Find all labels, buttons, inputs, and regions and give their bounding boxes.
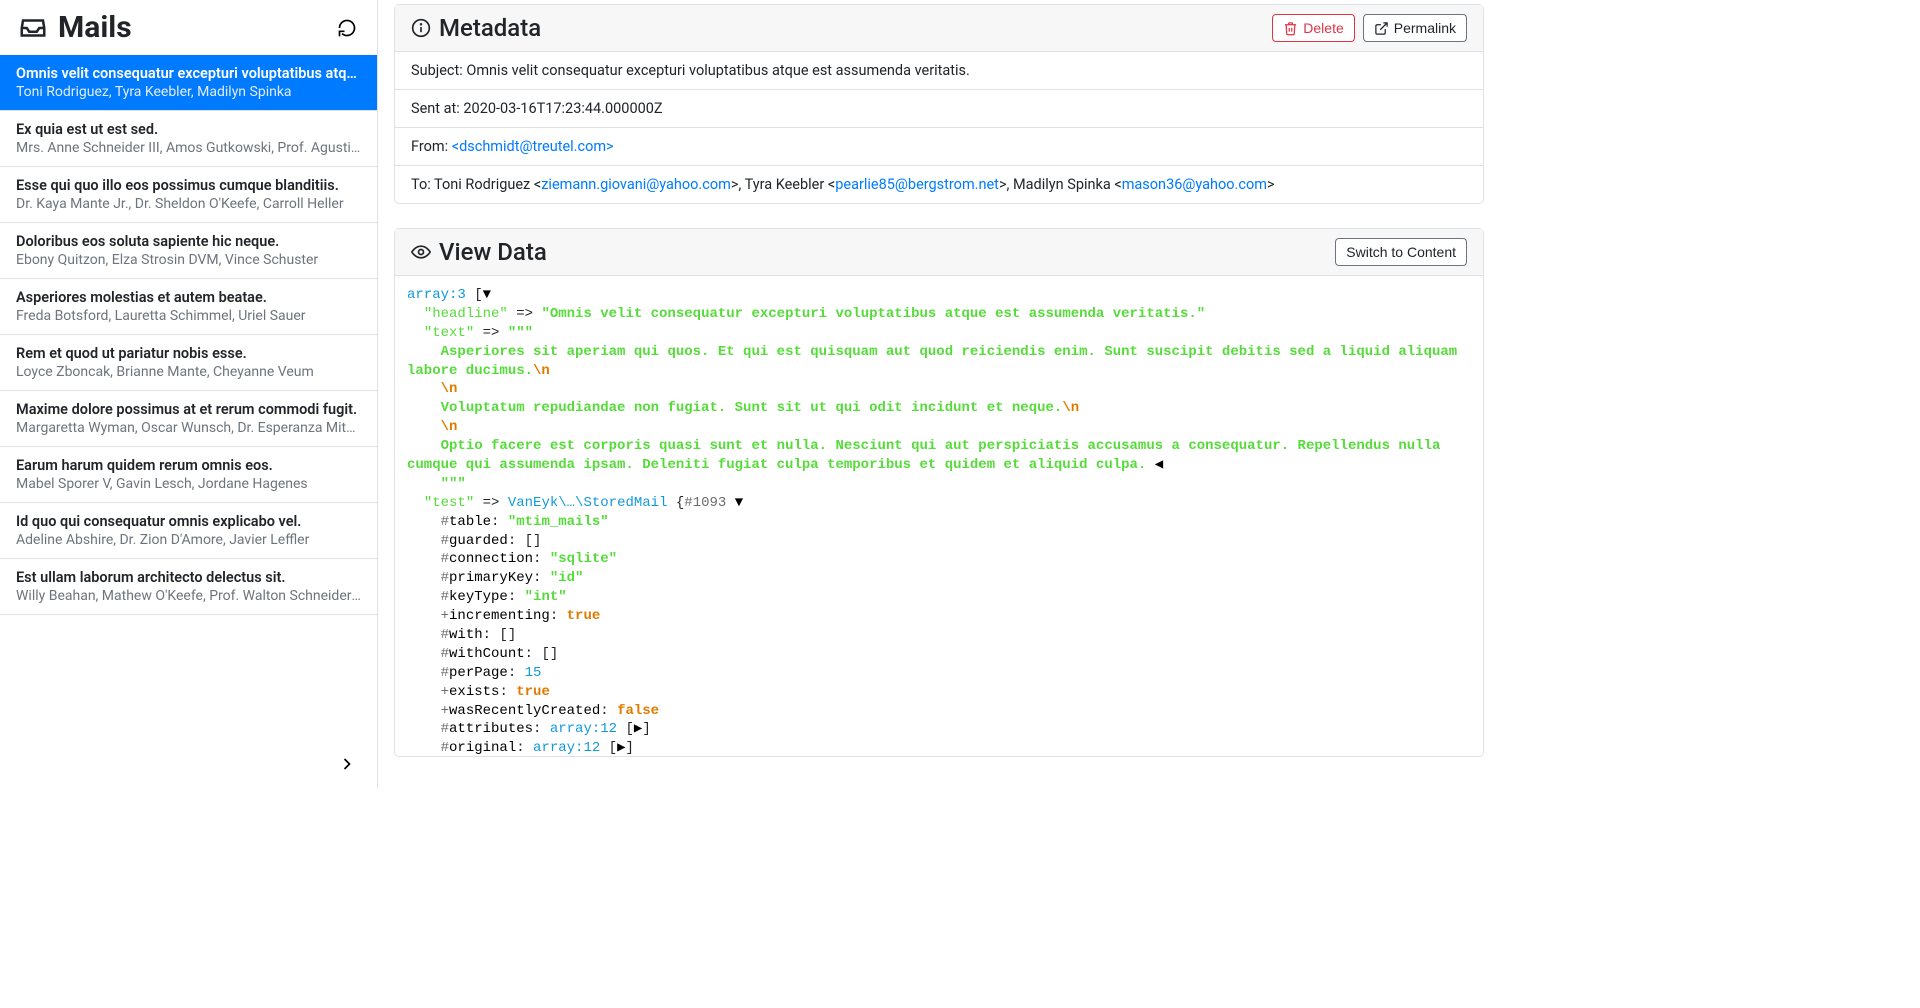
- inbox-icon: [18, 13, 48, 43]
- subject-label: Subject:: [411, 62, 466, 79]
- to-label: To:: [411, 176, 434, 193]
- mail-item-recipients: Willy Beahan, Mathew O'Keefe, Prof. Walt…: [16, 588, 361, 604]
- metadata-card: Metadata Delete Permalink Subject: Omnis…: [394, 4, 1484, 204]
- mail-item-recipients: Freda Botsford, Lauretta Schimmel, Uriel…: [16, 308, 361, 324]
- sent-value: 2020-03-16T17:23:44.000000Z: [463, 100, 662, 117]
- mail-item[interactable]: Esse qui quo illo eos possimus cumque bl…: [0, 167, 377, 223]
- page-title: Mails: [18, 10, 132, 45]
- mail-item-subject: Earum harum quidem rerum omnis eos.: [16, 457, 361, 474]
- mail-item-recipients: Loyce Zboncak, Brianne Mante, Cheyanne V…: [16, 364, 361, 380]
- mail-item-subject: Esse qui quo illo eos possimus cumque bl…: [16, 177, 361, 194]
- mail-item-recipients: Adeline Abshire, Dr. Zion D'Amore, Javie…: [16, 532, 361, 548]
- mail-item-subject: Maxime dolore possimus at et rerum commo…: [16, 401, 361, 418]
- mail-item-subject: Rem et quod ut pariatur nobis esse.: [16, 345, 361, 362]
- mail-item[interactable]: Rem et quod ut pariatur nobis esse. Loyce…: [0, 335, 377, 391]
- permalink-label: Permalink: [1394, 20, 1456, 36]
- mail-item-subject: Omnis velit consequatur excepturi volupt…: [16, 65, 361, 82]
- switch-content-label: Switch to Content: [1346, 244, 1456, 260]
- from-email-link[interactable]: <dschmidt@treutel.com>: [452, 138, 614, 155]
- delete-button[interactable]: Delete: [1272, 14, 1354, 42]
- mail-item-recipients: Ebony Quitzon, Elza Strosin DVM, Vince S…: [16, 252, 361, 268]
- to-row: To: Toni Rodriguez <ziemann.giovani@yaho…: [395, 166, 1483, 203]
- mail-item-subject: Doloribus eos soluta sapiente hic neque.: [16, 233, 361, 250]
- next-page-button[interactable]: [331, 748, 363, 780]
- sidebar: Mails Omnis velit consequatur excepturi …: [0, 0, 378, 788]
- mail-item-recipients: Dr. Kaya Mante Jr., Dr. Sheldon O'Keefe,…: [16, 196, 361, 212]
- external-link-icon: [1374, 21, 1389, 36]
- viewdata-header: View Data Switch to Content: [395, 229, 1483, 276]
- mail-item-subject: Id quo qui consequatur omnis explicabo v…: [16, 513, 361, 530]
- subject-value: Omnis velit consequatur excepturi volupt…: [466, 62, 969, 79]
- main-content: Metadata Delete Permalink Subject: Omnis…: [378, 0, 1500, 788]
- trash-icon: [1283, 21, 1298, 36]
- var-dump[interactable]: array:3 [▼ "headline" => "Omnis velit co…: [395, 276, 1483, 756]
- sent-label: Sent at:: [411, 100, 463, 117]
- subject-row: Subject: Omnis velit consequatur exceptu…: [395, 52, 1483, 90]
- mail-item[interactable]: Id quo qui consequatur omnis explicabo v…: [0, 503, 377, 559]
- mail-item[interactable]: Est ullam laborum architecto delectus si…: [0, 559, 377, 615]
- refresh-icon: [337, 18, 357, 38]
- viewdata-card: View Data Switch to Content array:3 [▼ "…: [394, 228, 1484, 757]
- metadata-header: Metadata Delete Permalink: [395, 5, 1483, 52]
- mail-item[interactable]: Omnis velit consequatur excepturi volupt…: [0, 55, 377, 111]
- page-title-text: Mails: [58, 10, 132, 45]
- mail-item[interactable]: Ex quia est ut est sed. Mrs. Anne Schneid…: [0, 111, 377, 167]
- switch-content-button[interactable]: Switch to Content: [1335, 238, 1467, 266]
- mail-item-subject: Ex quia est ut est sed.: [16, 121, 361, 138]
- chevron-right-icon: [337, 754, 357, 774]
- mail-item-recipients: Toni Rodriguez, Tyra Keebler, Madilyn Sp…: [16, 84, 361, 100]
- recipient-email-link[interactable]: pearlie85@bergstrom.net: [835, 176, 999, 193]
- from-row: From: <dschmidt@treutel.com>: [395, 128, 1483, 166]
- mail-item-recipients: Mrs. Anne Schneider III, Amos Gutkowski,…: [16, 140, 361, 156]
- recipient-email-link[interactable]: mason36@yahoo.com: [1122, 176, 1267, 193]
- refresh-button[interactable]: [333, 14, 361, 42]
- mail-item[interactable]: Earum harum quidem rerum omnis eos. Mabel…: [0, 447, 377, 503]
- eye-icon: [411, 242, 431, 262]
- mail-item[interactable]: Maxime dolore possimus at et rerum commo…: [0, 391, 377, 447]
- recipient-email-link[interactable]: ziemann.giovani@yahoo.com: [541, 176, 731, 193]
- mail-item-subject: Est ullam laborum architecto delectus si…: [16, 569, 361, 586]
- mail-item-subject: Asperiores molestias et autem beatae.: [16, 289, 361, 306]
- mail-item-recipients: Margaretta Wyman, Oscar Wunsch, Dr. Espe…: [16, 420, 361, 436]
- mail-list: Omnis velit consequatur excepturi volupt…: [0, 55, 377, 788]
- from-label: From:: [411, 138, 452, 155]
- mail-item[interactable]: Asperiores molestias et autem beatae. Fre…: [0, 279, 377, 335]
- delete-label: Delete: [1303, 20, 1343, 36]
- metadata-title: Metadata: [439, 14, 541, 42]
- mail-item-recipients: Mabel Sporer V, Gavin Lesch, Jordane Hag…: [16, 476, 361, 492]
- viewdata-title: View Data: [439, 238, 547, 266]
- sent-row: Sent at: 2020-03-16T17:23:44.000000Z: [395, 90, 1483, 128]
- mail-item[interactable]: Doloribus eos soluta sapiente hic neque.…: [0, 223, 377, 279]
- info-icon: [411, 18, 431, 38]
- sidebar-header: Mails: [0, 0, 377, 55]
- permalink-button[interactable]: Permalink: [1363, 14, 1467, 42]
